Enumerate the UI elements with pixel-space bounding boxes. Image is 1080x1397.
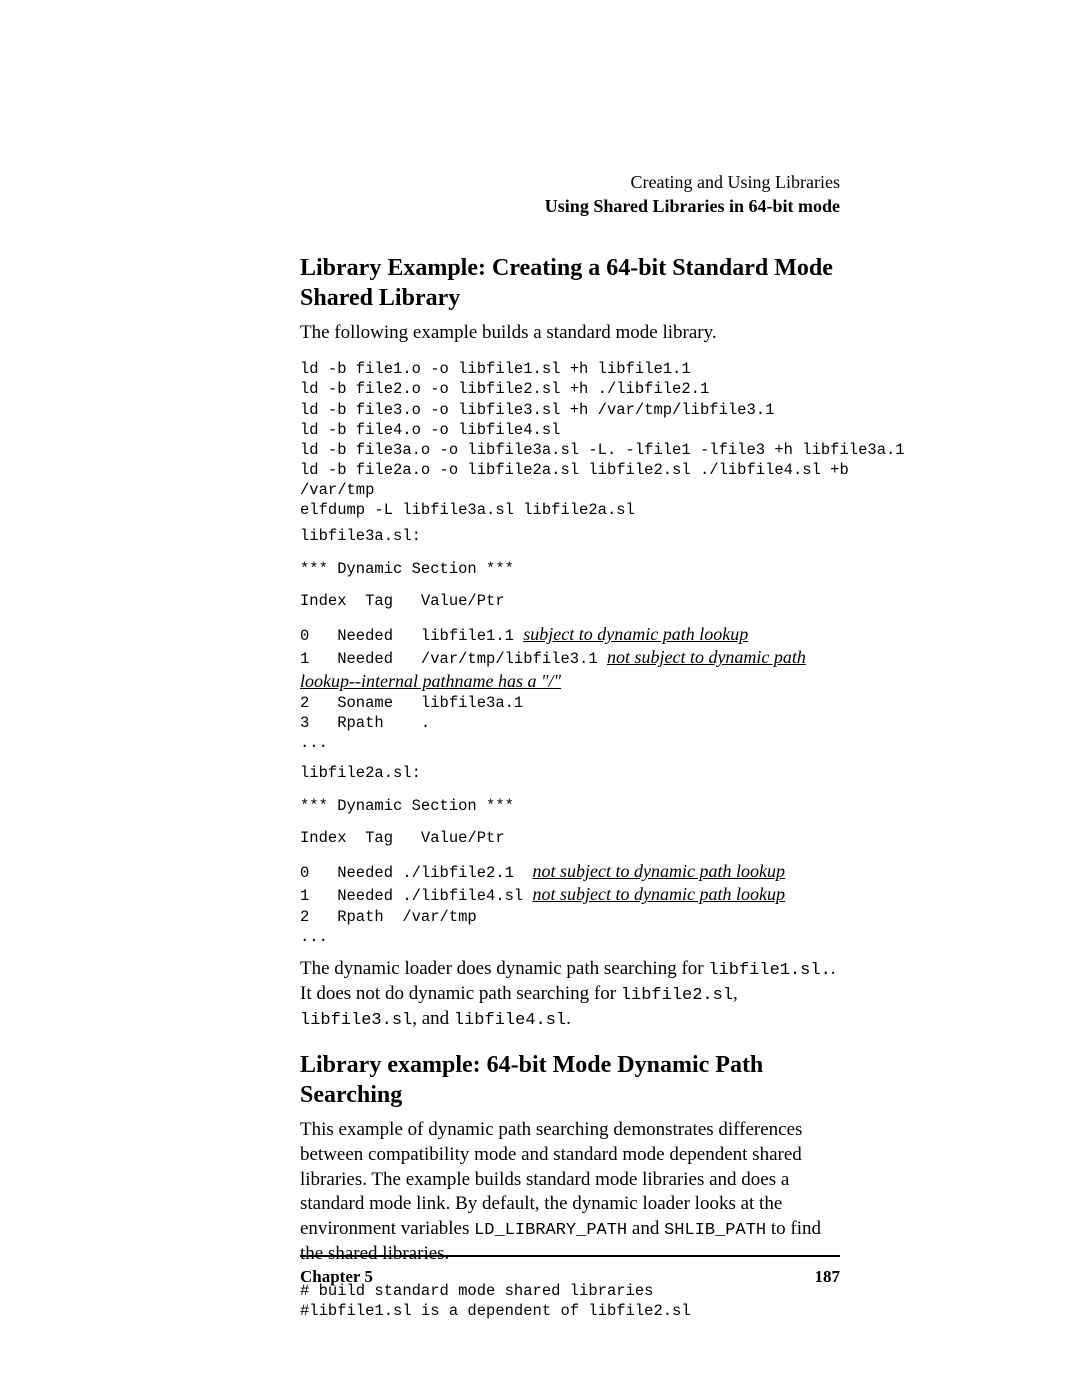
a-row1: 1 Needed /var/tmp/libfile3.1 not subject… xyxy=(300,646,840,669)
code-block-ld: ld -b file1.o -o libfile1.sl +h libfile1… xyxy=(300,359,840,520)
footer-chapter: Chapter 5 xyxy=(300,1267,373,1287)
p1-end: . xyxy=(566,1008,571,1029)
p1-m3: libfile3.sl xyxy=(300,1011,412,1030)
section1-title: Library Example: Creating a 64-bit Stand… xyxy=(300,253,840,313)
b-row0: 0 Needed ./libfile2.1 not subject to dyn… xyxy=(300,860,840,883)
section1-intro: The following example builds a standard … xyxy=(300,321,840,346)
a-row1-annot: not subject to dynamic path xyxy=(607,647,806,667)
page: Creating and Using Libraries Using Share… xyxy=(0,0,1080,1397)
running-head: Creating and Using Libraries Using Share… xyxy=(300,170,840,219)
b-row0-pre: 0 Needed ./libfile2.1 xyxy=(300,864,533,882)
a-row1b: lookup--internal pathname has a "/" xyxy=(300,670,840,693)
p1-m1: libfile1.sl. xyxy=(708,961,830,980)
dyn-section-a: *** Dynamic Section *** xyxy=(300,559,840,579)
file2a-header: libfile2a.sl: xyxy=(300,763,840,783)
dump-block-b: libfile2a.sl: *** Dynamic Section *** In… xyxy=(300,763,840,946)
section1-after-para: The dynamic loader does dynamic path sea… xyxy=(300,957,840,1032)
running-head-line1: Creating and Using Libraries xyxy=(300,170,840,194)
index-header-a: Index Tag Value/Ptr xyxy=(300,591,840,611)
p1-sep: , xyxy=(733,983,738,1004)
a-row1-annot2: lookup--internal pathname has a "/" xyxy=(300,671,561,691)
a-row0-annot: subject to dynamic path lookup xyxy=(523,624,748,644)
b-row0-annot: not subject to dynamic path lookup xyxy=(533,861,785,881)
p1-mid2: , and xyxy=(412,1008,454,1029)
footer-pagenum: 187 xyxy=(815,1267,841,1287)
p1-m4: libfile4.sl xyxy=(454,1011,566,1030)
page-footer: Chapter 5 187 xyxy=(300,1257,840,1287)
dyn-section-b: *** Dynamic Section *** xyxy=(300,796,840,816)
b-row1: 1 Needed ./libfile4.sl not subject to dy… xyxy=(300,883,840,906)
p1-m2: libfile2.sl xyxy=(621,986,733,1005)
running-head-line2: Using Shared Libraries in 64-bit mode xyxy=(300,194,840,218)
a-row0: 0 Needed libfile1.1 subject to dynamic p… xyxy=(300,623,840,646)
a-rest: 2 Soname libfile3a.1 3 Rpath . ... xyxy=(300,693,840,753)
b-rest: 2 Rpath /var/tmp ... xyxy=(300,907,840,947)
a-row1-pre: 1 Needed /var/tmp/libfile3.1 xyxy=(300,650,607,668)
section2-title: Library example: 64-bit Mode Dynamic Pat… xyxy=(300,1050,840,1110)
a-row0-pre: 0 Needed libfile1.1 xyxy=(300,627,523,645)
file3a-header: libfile3a.sl: xyxy=(300,526,840,546)
index-header-b: Index Tag Value/Ptr xyxy=(300,828,840,848)
p1-pre: The dynamic loader does dynamic path sea… xyxy=(300,958,708,979)
footer-area: Chapter 5 187 xyxy=(300,1223,840,1287)
dump-block-a: libfile3a.sl: *** Dynamic Section *** In… xyxy=(300,526,840,753)
b-row1-annot: not subject to dynamic path lookup xyxy=(533,884,785,904)
b-row1-pre: 1 Needed ./libfile4.sl xyxy=(300,887,533,905)
